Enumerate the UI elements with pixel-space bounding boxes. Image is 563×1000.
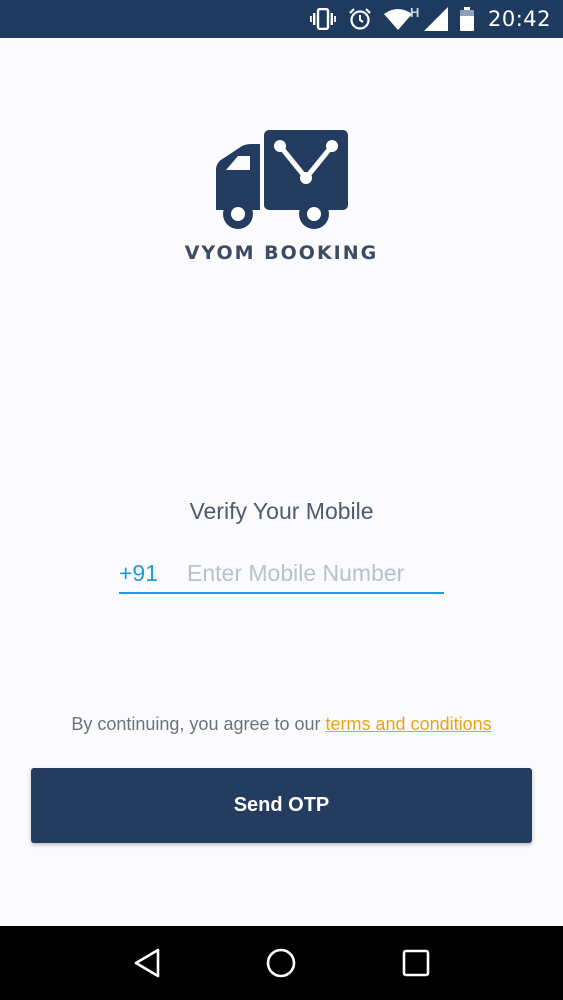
delivery-truck-icon xyxy=(215,130,348,229)
logo-text: VYOM BOOKING xyxy=(184,242,379,264)
terms-notice: By continuing, you agree to our terms an… xyxy=(0,714,563,735)
country-code: +91 xyxy=(119,559,159,586)
app-logo: VYOM BOOKING xyxy=(0,130,563,264)
verify-title: Verify Your Mobile xyxy=(189,498,374,524)
wifi-icon xyxy=(383,0,412,38)
mobile-number-field: +91 xyxy=(119,554,444,594)
home-icon xyxy=(267,948,296,978)
send-otp-button[interactable]: Send OTP xyxy=(31,768,532,843)
cellular-signal-icon: H xyxy=(410,0,448,38)
alarm-icon xyxy=(348,0,372,38)
vibrate-icon xyxy=(309,0,336,38)
status-time: 20:42 xyxy=(487,7,551,31)
network-type-label: H xyxy=(409,5,420,20)
system-nav-bar xyxy=(0,926,563,1000)
recents-button[interactable] xyxy=(391,938,441,988)
back-icon xyxy=(134,948,160,978)
terms-link[interactable]: terms and conditions xyxy=(326,714,492,734)
home-button[interactable] xyxy=(256,938,306,988)
status-bar: H 20:42 xyxy=(0,0,563,38)
terms-prefix: By continuing, you agree to our xyxy=(71,714,326,734)
back-button[interactable] xyxy=(122,938,172,988)
login-screen: VYOM BOOKING Verify Your Mobile +91 By c… xyxy=(0,38,563,926)
battery-icon xyxy=(459,0,474,38)
mobile-number-input[interactable] xyxy=(187,559,437,587)
recents-icon xyxy=(402,949,430,977)
